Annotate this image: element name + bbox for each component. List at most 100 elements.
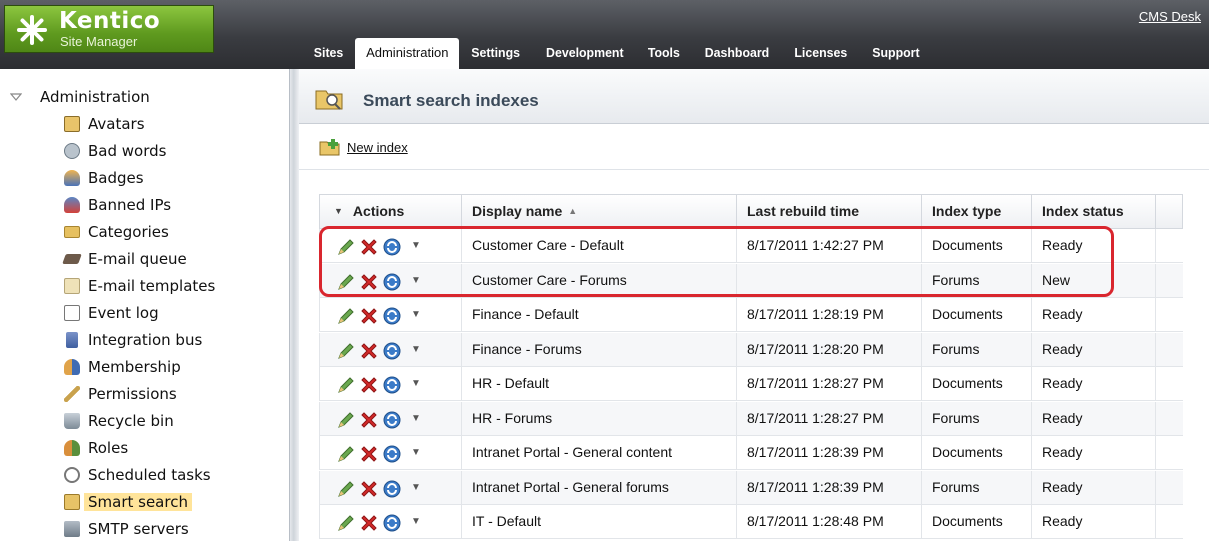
delete-x-icon[interactable]: [359, 271, 379, 291]
edit-pencil-icon[interactable]: [336, 305, 356, 325]
cell-index-status: Ready: [1032, 367, 1156, 400]
rebuild-icon[interactable]: [382, 271, 402, 291]
chevron-down-icon[interactable]: ▼: [334, 195, 343, 228]
sidebar-item-label: Scheduled tasks: [88, 466, 211, 484]
sidebar-item-email-templates[interactable]: E-mail templates: [64, 274, 215, 298]
column-header-index-type[interactable]: Index type: [922, 195, 1032, 228]
rebuild-icon[interactable]: [382, 512, 402, 532]
delete-x-icon[interactable]: [359, 443, 379, 463]
edit-pencil-icon[interactable]: [336, 340, 356, 360]
sidebar-item-label: Integration bus: [88, 331, 203, 349]
tab-administration[interactable]: Administration: [355, 38, 460, 69]
row-menu-chevron-down-icon[interactable]: ▼: [411, 229, 421, 262]
rebuild-icon[interactable]: [382, 478, 402, 498]
rebuild-icon[interactable]: [382, 409, 402, 429]
sidebar-item-membership[interactable]: Membership: [64, 355, 181, 379]
tab-settings[interactable]: Settings: [461, 43, 531, 69]
cell-index-type: Forums: [922, 264, 1032, 297]
edit-pencil-icon[interactable]: [336, 271, 356, 291]
rebuild-icon[interactable]: [382, 443, 402, 463]
sidebar-item-smart-search[interactable]: Smart search: [64, 490, 192, 514]
cell-index-status: Ready: [1032, 436, 1156, 469]
cell-index-status: Ready: [1032, 298, 1156, 331]
cell-last-rebuild-time: 8/17/2011 1:28:39 PM: [737, 436, 922, 469]
row-menu-chevron-down-icon[interactable]: ▼: [411, 333, 421, 366]
edit-pencil-icon[interactable]: [336, 443, 356, 463]
new-index-link[interactable]: New index: [347, 140, 408, 155]
new-index-action[interactable]: New index: [319, 138, 408, 156]
page-title: Smart search indexes: [363, 91, 539, 110]
main-content: Smart search indexes New index ▼ Actions…: [299, 69, 1209, 541]
rebuild-icon[interactable]: [382, 236, 402, 256]
tab-dashboard[interactable]: Dashboard: [694, 43, 779, 69]
delete-x-icon[interactable]: [359, 409, 379, 429]
sidebar-item-label: Permissions: [88, 385, 177, 403]
row-menu-chevron-down-icon[interactable]: ▼: [411, 402, 421, 435]
edit-pencil-icon[interactable]: [336, 478, 356, 498]
sidebar-item-roles[interactable]: Roles: [64, 436, 128, 460]
delete-x-icon[interactable]: [359, 374, 379, 394]
collapse-arrow-icon[interactable]: [10, 91, 22, 103]
cell-display-name: HR - Forums: [462, 402, 737, 435]
tab-support[interactable]: Support: [861, 43, 929, 69]
cell-index-status: Ready: [1032, 402, 1156, 435]
delete-x-icon[interactable]: [359, 305, 379, 325]
sidebar-item-banned-ips[interactable]: Banned IPs: [64, 193, 171, 217]
cms-desk-link[interactable]: CMS Desk: [1139, 9, 1201, 24]
grid-header: ▼ Actions Display name ▲ Last rebuild ti…: [319, 194, 1183, 229]
row-menu-chevron-down-icon[interactable]: ▼: [411, 471, 421, 504]
edit-pencil-icon[interactable]: [336, 512, 356, 532]
sidebar-item-scheduled-tasks[interactable]: Scheduled tasks: [64, 463, 211, 487]
tab-sites[interactable]: Sites: [303, 43, 353, 69]
row-actions: ▼: [320, 367, 462, 400]
column-header-last-rebuild-time[interactable]: Last rebuild time: [737, 195, 922, 228]
delete-x-icon[interactable]: [359, 478, 379, 498]
row-menu-chevron-down-icon[interactable]: ▼: [411, 436, 421, 469]
edit-pencil-icon[interactable]: [336, 236, 356, 256]
cell-last-rebuild-time: 8/17/2011 1:28:19 PM: [737, 298, 922, 331]
tree-root-administration[interactable]: Administration: [10, 88, 150, 106]
column-header-actions[interactable]: ▼ Actions: [320, 195, 462, 228]
column-header-index-status[interactable]: Index status: [1032, 195, 1156, 228]
row-menu-chevron-down-icon[interactable]: ▼: [411, 367, 421, 400]
tab-licenses[interactable]: Licenses: [784, 43, 858, 69]
row-actions: ▼: [320, 229, 462, 262]
sidebar-item-integration-bus[interactable]: Integration bus: [64, 328, 202, 352]
cell-last-rebuild-time: 8/17/2011 1:28:39 PM: [737, 471, 922, 504]
tab-development[interactable]: Development: [535, 43, 633, 69]
cell-last-rebuild-time: [737, 264, 922, 297]
table-row: ▼ IT - Default 8/17/2011 1:28:48 PM Documen…: [319, 505, 1183, 539]
table-row: ▼ Customer Care - Default 8/17/2011 1:42:2…: [319, 229, 1183, 263]
sidebar-item-permissions[interactable]: Permissions: [64, 382, 177, 406]
sidebar-item-badges[interactable]: Badges: [64, 166, 144, 190]
sidebar-item-smtp-servers[interactable]: SMTP servers: [64, 517, 189, 541]
edit-pencil-icon[interactable]: [336, 409, 356, 429]
sidebar-item-avatars[interactable]: Avatars: [64, 112, 145, 136]
row-menu-chevron-down-icon[interactable]: ▼: [411, 505, 421, 538]
sidebar-splitter[interactable]: [289, 69, 299, 541]
row-actions: ▼: [320, 402, 462, 435]
delete-x-icon[interactable]: [359, 512, 379, 532]
delete-x-icon[interactable]: [359, 340, 379, 360]
row-menu-chevron-down-icon[interactable]: ▼: [411, 264, 421, 297]
column-header-display-name[interactable]: Display name ▲: [462, 195, 737, 228]
membership-icon: [64, 359, 80, 375]
sidebar-item-bad-words[interactable]: Bad words: [64, 139, 166, 163]
sidebar-item-recycle-bin[interactable]: Recycle bin: [64, 409, 174, 433]
sidebar-item-categories[interactable]: Categories: [64, 220, 169, 244]
rebuild-icon[interactable]: [382, 305, 402, 325]
tab-tools[interactable]: Tools: [638, 43, 691, 69]
cell-index-status: Ready: [1032, 505, 1156, 538]
edit-pencil-icon[interactable]: [336, 374, 356, 394]
rebuild-icon[interactable]: [382, 340, 402, 360]
rebuild-icon[interactable]: [382, 374, 402, 394]
sidebar-item-label: Banned IPs: [88, 196, 172, 214]
delete-x-icon[interactable]: [359, 236, 379, 256]
kentico-asterisk-icon: [17, 15, 47, 45]
email-templates-icon: [64, 278, 80, 294]
kentico-logo[interactable]: Kentico Site Manager: [4, 5, 214, 53]
sidebar-item-event-log[interactable]: Event log: [64, 301, 159, 325]
cell-display-name: HR - Default: [462, 367, 737, 400]
row-menu-chevron-down-icon[interactable]: ▼: [411, 298, 421, 331]
sidebar-item-email-queue[interactable]: E-mail queue: [62, 247, 187, 271]
